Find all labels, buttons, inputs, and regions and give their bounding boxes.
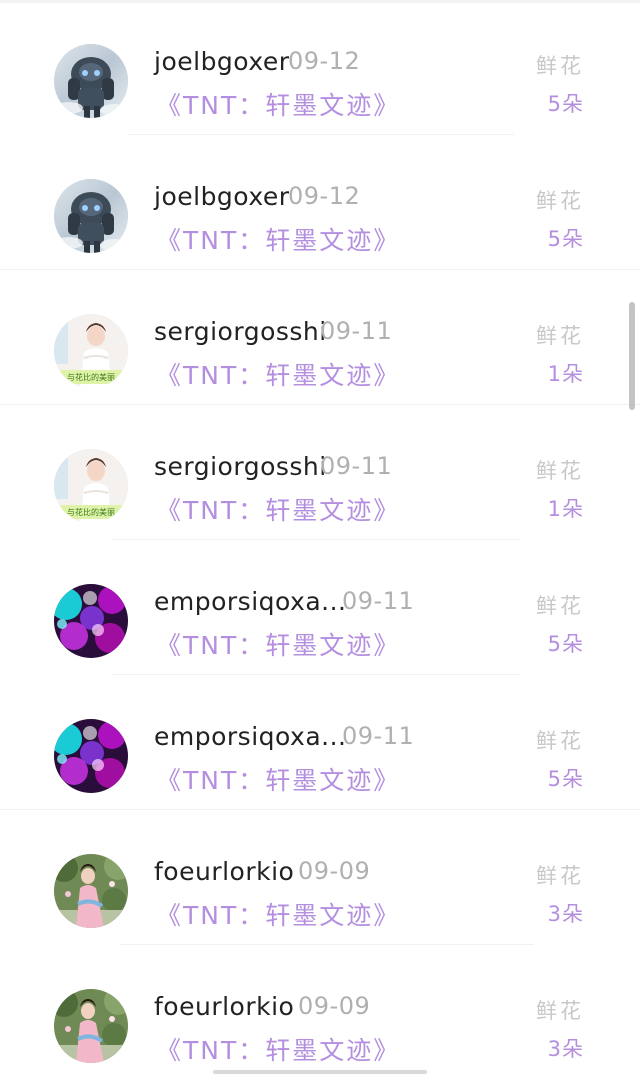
gift-date: 09-11 bbox=[320, 452, 393, 480]
robot-avatar-icon[interactable] bbox=[54, 44, 128, 118]
bokeh-lights-avatar-icon[interactable] bbox=[54, 719, 128, 793]
avatar-caption: 与花比的美丽 bbox=[67, 372, 115, 382]
garden-portrait-avatar-icon[interactable] bbox=[54, 989, 128, 1063]
gift-count: 1朵 bbox=[547, 497, 584, 521]
username[interactable]: emporsiqoxa... bbox=[154, 587, 347, 616]
avatar-caption: 与花比的美丽 bbox=[67, 507, 115, 517]
list-item[interactable]: joelbgoxer 09-12 《TNT：轩墨文迹》 鲜花 5朵 bbox=[0, 0, 640, 135]
book-title-link[interactable]: 《TNT：轩墨文迹》 bbox=[156, 1031, 400, 1067]
gift-count: 5朵 bbox=[547, 767, 584, 791]
gift-date: 09-09 bbox=[298, 992, 371, 1020]
gift-type-label: 鲜花 bbox=[536, 864, 584, 888]
gift-type-label: 鲜花 bbox=[536, 54, 584, 78]
list-item[interactable]: 与花比的美丽 sergiorgosshi 09-11 《TNT：轩墨文迹》 鲜花… bbox=[0, 270, 640, 405]
username[interactable]: joelbgoxer bbox=[154, 47, 290, 76]
gift-count: 3朵 bbox=[547, 902, 584, 926]
list-item[interactable]: foeurlorkio 09-09 《TNT：轩墨文迹》 鲜花 3朵 bbox=[0, 810, 640, 945]
book-title-link[interactable]: 《TNT：轩墨文迹》 bbox=[156, 896, 400, 932]
gift-count: 1朵 bbox=[547, 362, 584, 386]
gift-count: 5朵 bbox=[547, 632, 584, 656]
gift-count: 5朵 bbox=[547, 92, 584, 116]
book-title-link[interactable]: 《TNT：轩墨文迹》 bbox=[156, 626, 400, 662]
username[interactable]: foeurlorkio bbox=[154, 857, 294, 886]
book-title-link[interactable]: 《TNT：轩墨文迹》 bbox=[156, 221, 400, 257]
gift-date: 09-11 bbox=[342, 722, 415, 750]
username[interactable]: sergiorgosshi bbox=[154, 317, 327, 346]
gift-date: 09-12 bbox=[288, 47, 361, 75]
list-item[interactable]: joelbgoxer 09-12 《TNT：轩墨文迹》 鲜花 5朵 bbox=[0, 135, 640, 270]
book-title-link[interactable]: 《TNT：轩墨文迹》 bbox=[156, 356, 400, 392]
bokeh-lights-avatar-icon[interactable] bbox=[54, 584, 128, 658]
username[interactable]: joelbgoxer bbox=[154, 182, 290, 211]
girl-portrait-avatar-icon[interactable]: 与花比的美丽 bbox=[54, 449, 128, 523]
gift-count: 3朵 bbox=[547, 1037, 584, 1061]
gift-date: 09-11 bbox=[342, 587, 415, 615]
home-indicator[interactable] bbox=[213, 1070, 427, 1074]
list-item[interactable]: foeurlorkio 09-09 《TNT：轩墨文迹》 鲜花 3朵 bbox=[0, 945, 640, 1079]
username[interactable]: emporsiqoxa... bbox=[154, 722, 347, 751]
list-item[interactable]: emporsiqoxa... 09-11 《TNT：轩墨文迹》 鲜花 5朵 bbox=[0, 540, 640, 675]
gift-type-label: 鲜花 bbox=[536, 459, 584, 483]
gift-type-label: 鲜花 bbox=[536, 189, 584, 213]
girl-portrait-avatar-icon[interactable]: 与花比的美丽 bbox=[54, 314, 128, 388]
book-title-link[interactable]: 《TNT：轩墨文迹》 bbox=[156, 761, 400, 797]
robot-avatar-icon[interactable] bbox=[54, 179, 128, 253]
gift-date: 09-12 bbox=[288, 182, 361, 210]
gift-type-label: 鲜花 bbox=[536, 594, 584, 618]
book-title-link[interactable]: 《TNT：轩墨文迹》 bbox=[156, 491, 400, 527]
gift-type-label: 鲜花 bbox=[536, 324, 584, 348]
garden-portrait-avatar-icon[interactable] bbox=[54, 854, 128, 928]
username[interactable]: sergiorgosshi bbox=[154, 452, 327, 481]
gift-count: 5朵 bbox=[547, 227, 584, 251]
gift-date: 09-11 bbox=[320, 317, 393, 345]
gift-date: 09-09 bbox=[298, 857, 371, 885]
gift-type-label: 鲜花 bbox=[536, 729, 584, 753]
scrollbar-thumb[interactable] bbox=[629, 302, 635, 410]
username[interactable]: foeurlorkio bbox=[154, 992, 294, 1021]
list-item[interactable]: 与花比的美丽 sergiorgosshi 09-11 《TNT：轩墨文迹》 鲜花… bbox=[0, 405, 640, 540]
gift-type-label: 鲜花 bbox=[536, 999, 584, 1023]
list-item[interactable]: emporsiqoxa... 09-11 《TNT：轩墨文迹》 鲜花 5朵 bbox=[0, 675, 640, 810]
book-title-link[interactable]: 《TNT：轩墨文迹》 bbox=[156, 86, 400, 122]
